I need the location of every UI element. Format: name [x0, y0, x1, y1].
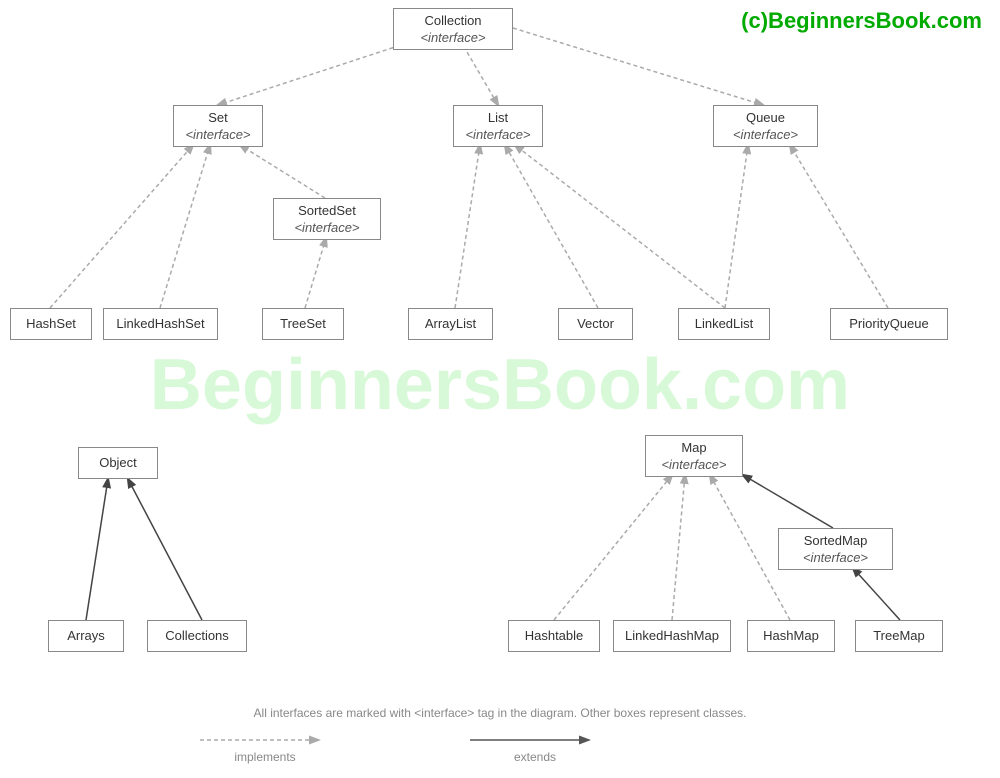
node-collection: Collection <interface>: [393, 8, 513, 50]
node-linkedlist: LinkedList: [678, 308, 770, 340]
node-object: Object: [78, 447, 158, 479]
node-hashmap: HashMap: [747, 620, 835, 652]
node-arraylist: ArrayList: [408, 308, 493, 340]
node-sortedmap: SortedMap <interface>: [778, 528, 893, 570]
node-linkedhashset: LinkedHashSet: [103, 308, 218, 340]
node-arrays: Arrays: [48, 620, 124, 652]
legend-implements: implements: [200, 732, 330, 764]
node-linkedhashmap: LinkedHashMap: [613, 620, 731, 652]
watermark: BeginnersBook.com: [150, 344, 850, 426]
node-collections: Collections: [147, 620, 247, 652]
node-map: Map <interface>: [645, 435, 743, 477]
node-vector: Vector: [558, 308, 633, 340]
brand-label: (c)BeginnersBook.com: [741, 8, 982, 34]
footer-note: All interfaces are marked with <interfac…: [254, 706, 747, 720]
node-priorityqueue: PriorityQueue: [830, 308, 948, 340]
diagram-container: BeginnersBook.com (c)BeginnersBook.com: [0, 0, 1000, 778]
legend: implements extends: [200, 732, 600, 764]
node-list: List <interface>: [453, 105, 543, 147]
node-hashset: HashSet: [10, 308, 92, 340]
node-queue: Queue <interface>: [713, 105, 818, 147]
node-sortedset: SortedSet <interface>: [273, 198, 381, 240]
legend-extends: extends: [470, 732, 600, 764]
node-hashtable: Hashtable: [508, 620, 600, 652]
node-set: Set <interface>: [173, 105, 263, 147]
node-treeset: TreeSet: [262, 308, 344, 340]
node-treemap: TreeMap: [855, 620, 943, 652]
